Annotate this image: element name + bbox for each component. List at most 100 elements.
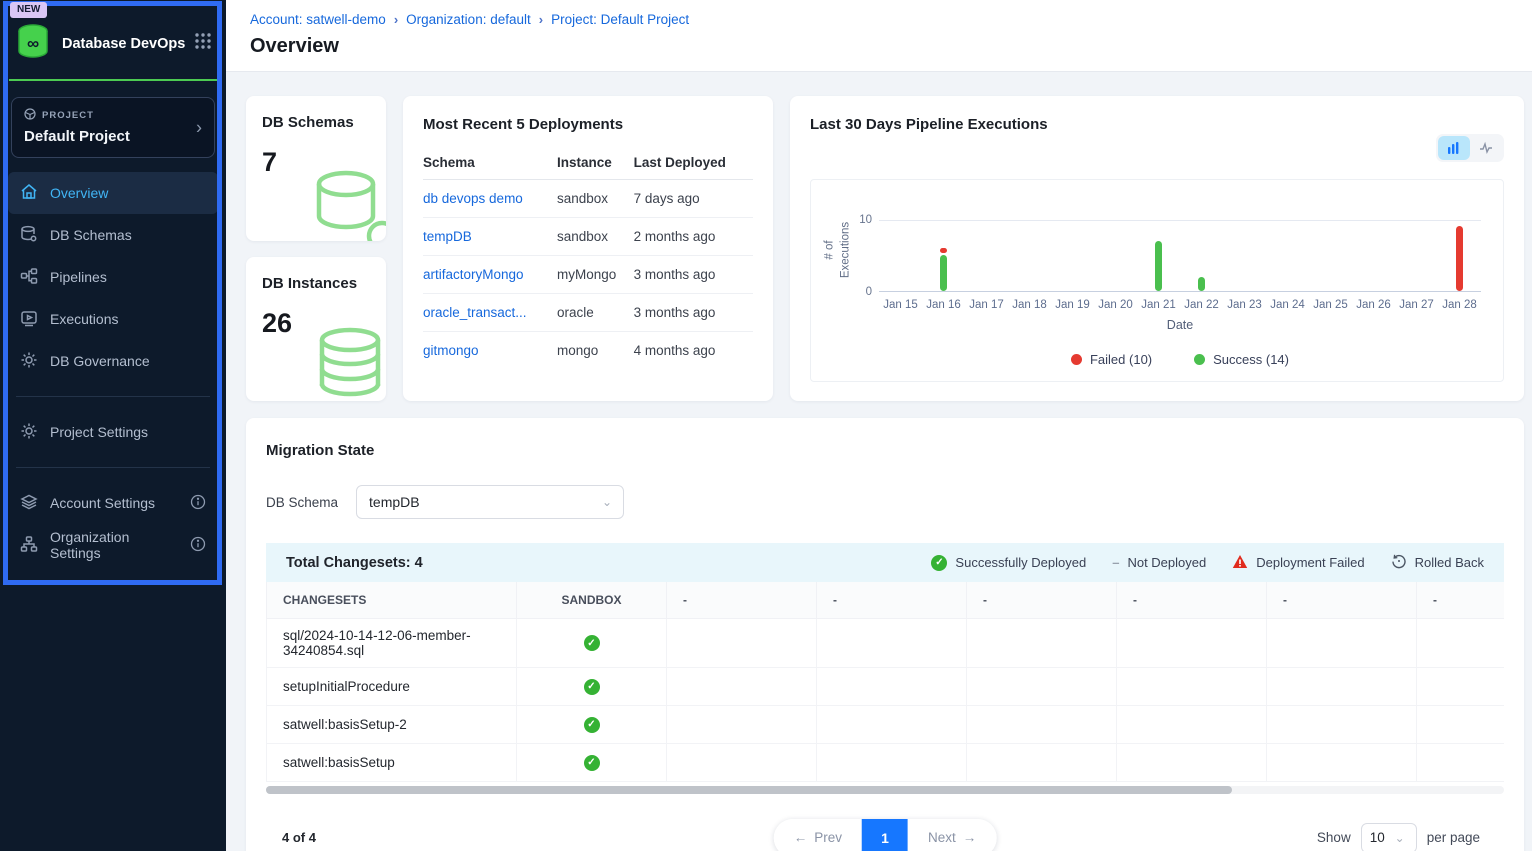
nav-label: Pipelines (50, 269, 107, 285)
breadcrumb-project-link[interactable]: Project: Default Project (551, 12, 689, 27)
project-selector[interactable]: PROJECT Default Project › (11, 97, 215, 158)
chart-bar-success-jan-21 (1155, 241, 1162, 291)
column-header-schema: Schema (423, 145, 557, 180)
rollback-icon (1391, 553, 1407, 572)
sidebar-item-executions[interactable]: Executions (8, 298, 218, 340)
pipelines-icon (20, 267, 38, 288)
last-deployed-cell: 7 days ago (634, 180, 753, 218)
page-size-select[interactable]: 10 ⌄ (1361, 823, 1417, 851)
prev-page-button[interactable]: ← Prev (774, 819, 862, 851)
chart-bar-success-jan-16 (940, 255, 947, 291)
chevron-down-icon: ⌄ (1395, 831, 1405, 845)
changeset-row: satwell:basisSetup ✓ (267, 743, 1505, 781)
changeset-name: satwell:basisSetup (267, 743, 517, 781)
breadcrumb: Account: satwell-demo › Organization: de… (250, 12, 1508, 27)
column-header-sandbox: SANDBOX (517, 582, 667, 618)
db-schema-select[interactable]: tempDB ⌄ (356, 485, 624, 519)
layers-gear-icon (20, 493, 38, 514)
chevron-down-icon: ⌄ (602, 495, 612, 509)
chart-bar-failed-jan-28 (1456, 226, 1463, 291)
schema-link[interactable]: gitmongo (423, 343, 479, 358)
per-page-label: per page (1427, 830, 1480, 845)
chart-bar-success-jan-22 (1198, 277, 1205, 291)
bar-chart-toggle-button[interactable] (1438, 136, 1470, 160)
y-tick-10: 10 (859, 214, 872, 226)
sidebar-item-pipelines[interactable]: Pipelines (8, 256, 218, 298)
chart-type-toggle (1436, 134, 1504, 162)
x-tick-label: Jan 19 (1051, 299, 1094, 311)
db-schemas-icon (20, 225, 38, 246)
breadcrumb-separator: › (539, 12, 543, 27)
instance-cell: myMongo (557, 256, 634, 294)
success-icon: ✓ (584, 755, 600, 771)
column-header-last-deployed: Last Deployed (634, 145, 753, 180)
nav-label: Account Settings (50, 495, 155, 511)
stat-cards: DB Schemas 7 DB Instances 26 (246, 96, 386, 401)
sidebar-item-overview[interactable]: Overview (8, 172, 218, 214)
success-icon: ✓ (584, 717, 600, 733)
new-badge: NEW (10, 2, 47, 18)
sidebar-item-organization-settings[interactable]: Organization Settings (8, 524, 218, 566)
db-schemas-card: DB Schemas 7 (246, 96, 386, 241)
migration-heading: Migration State (266, 442, 1504, 459)
sidebar-item-project-settings[interactable]: Project Settings (8, 411, 218, 453)
sidebar-item-account-settings[interactable]: Account Settings (8, 482, 218, 524)
app-title: Database DevOps (62, 36, 194, 52)
breadcrumb-organization-link[interactable]: Organization: default (406, 12, 531, 27)
nav-label: Overview (50, 185, 108, 201)
changeset-name: satwell:basisSetup-2 (267, 705, 517, 743)
info-icon[interactable] (190, 494, 206, 513)
column-header-empty: - (1117, 582, 1267, 618)
last-deployed-cell: 2 months ago (634, 218, 753, 256)
schema-link[interactable]: tempDB (423, 229, 472, 244)
changesets-table-viewport: CHANGESETS SANDBOX - - - - - - (266, 582, 1504, 782)
sidebar-item-db-schemas[interactable]: DB Schemas (8, 214, 218, 256)
instance-cell: sandbox (557, 218, 634, 256)
schema-link[interactable]: db devops demo (423, 191, 523, 206)
x-tick-label: Jan 22 (1180, 299, 1223, 311)
legend-deployment-failed: Deployment Failed (1232, 554, 1364, 572)
table-row: artifactoryMongo myMongo 3 months ago (423, 256, 753, 294)
success-icon: ✓ (584, 635, 600, 651)
last-deployed-cell: 4 months ago (634, 332, 753, 370)
chart-bar-failed-jan-16 (940, 248, 947, 253)
warning-icon (1232, 554, 1248, 572)
nav-label: DB Governance (50, 353, 150, 369)
gear-icon (20, 422, 38, 443)
page-number-1[interactable]: 1 (862, 819, 908, 851)
apps-grid-icon[interactable] (194, 32, 212, 55)
x-tick-label: Jan 18 (1008, 299, 1051, 311)
breadcrumb-account-link[interactable]: Account: satwell-demo (250, 12, 386, 27)
next-page-button[interactable]: Next → (908, 819, 996, 851)
nav-label: Organization Settings (50, 529, 178, 561)
x-tick-label: Jan 23 (1223, 299, 1266, 311)
info-icon[interactable] (190, 536, 206, 555)
line-chart-toggle-button[interactable] (1470, 136, 1502, 160)
table-row: oracle_transact... oracle 3 months ago (423, 294, 753, 332)
svg-text:∞: ∞ (27, 34, 39, 53)
table-row: tempDB sandbox 2 months ago (423, 218, 753, 256)
row-count: 4 of 4 (282, 830, 316, 845)
stat-label: DB Schemas (262, 114, 370, 131)
success-icon: ✓ (931, 555, 947, 571)
home-icon (20, 183, 38, 204)
column-header-empty: - (667, 582, 817, 618)
executions-icon (20, 309, 38, 330)
failed-dot-icon (1071, 354, 1082, 365)
org-chart-gear-icon (20, 535, 38, 556)
sidebar-divider (16, 396, 210, 397)
changeset-row: satwell:basisSetup-2 ✓ (267, 705, 1505, 743)
project-name: Default Project (24, 128, 202, 145)
deployments-title: Most Recent 5 Deployments (423, 116, 753, 133)
sidebar-item-db-governance[interactable]: DB Governance (8, 340, 218, 382)
scrollbar-thumb[interactable] (266, 786, 1232, 794)
schema-link[interactable]: artifactoryMongo (423, 267, 524, 282)
app-root: NEW ∞ Database DevOps (0, 0, 1532, 851)
sidebar-nav: Overview DB Schemas (0, 172, 226, 566)
schema-link[interactable]: oracle_transact... (423, 305, 527, 320)
chart-title: Last 30 Days Pipeline Executions (810, 116, 1504, 133)
success-icon: ✓ (584, 679, 600, 695)
table-row: db devops demo sandbox 7 days ago (423, 180, 753, 218)
project-label: PROJECT (42, 110, 94, 121)
last-deployed-cell: 3 months ago (634, 294, 753, 332)
